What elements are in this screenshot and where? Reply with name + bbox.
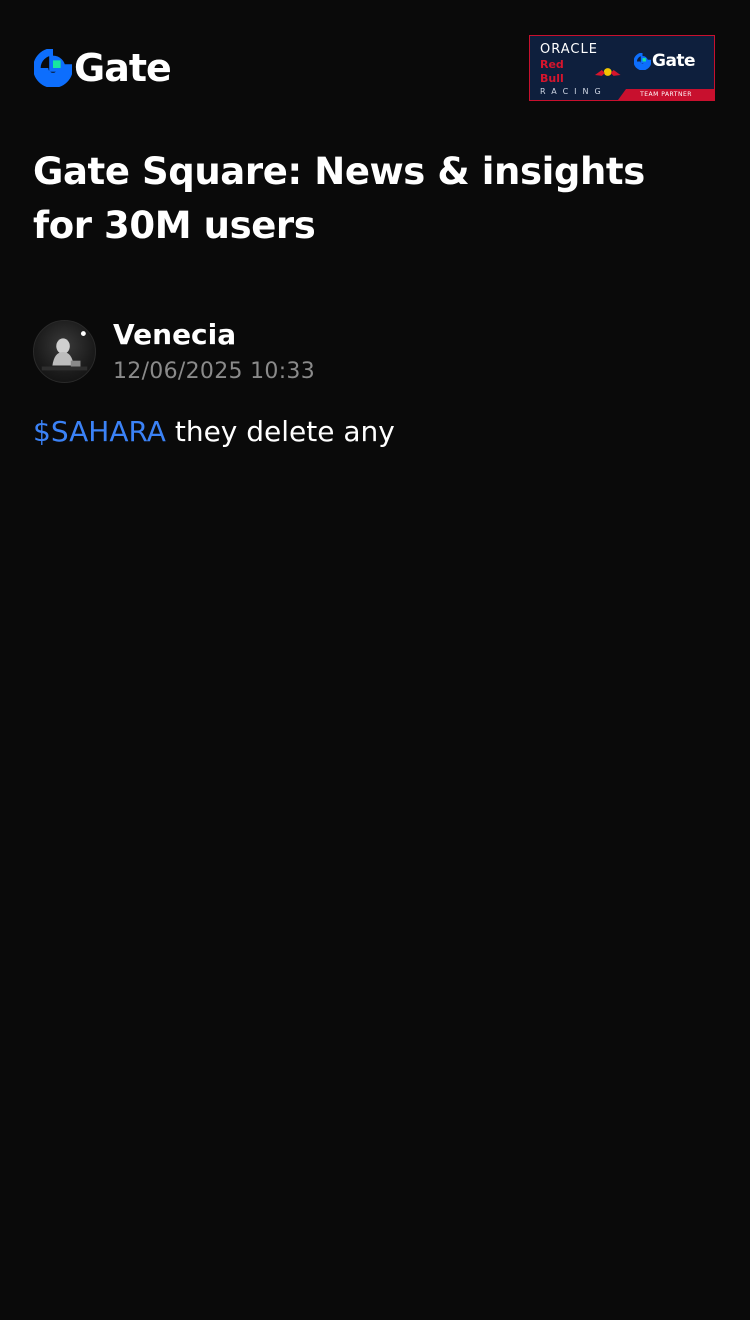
gate-logo-icon — [634, 52, 651, 70]
post-text: they delete any — [165, 415, 395, 448]
post-author-row: Venecia 12/06/2025 10:33 — [33, 320, 713, 386]
avatar[interactable] — [33, 320, 96, 383]
redbull-label: Red Bull — [540, 58, 564, 85]
ticker-link[interactable]: $SAHARA — [33, 415, 166, 448]
partner-gate-logo: Gate — [634, 51, 696, 71]
post-timestamp: 12/06/2025 10:33 — [113, 359, 315, 384]
header: Gate ORACLE Red Bull RACING Gate TEAM PA… — [0, 0, 750, 130]
page-title: Gate Square: News & insights for 30M use… — [33, 150, 645, 247]
author-name[interactable]: Venecia — [113, 320, 236, 350]
hooded-figure-icon — [41, 331, 88, 371]
racing-label: RACING — [540, 87, 607, 96]
gate-logo-wordmark: Gate — [74, 46, 172, 90]
gate-logo-icon — [34, 49, 72, 87]
post-content: $SAHARA they delete any — [33, 412, 713, 452]
team-partner-tag: TEAM PARTNER — [618, 89, 714, 100]
red-bull-icon — [594, 68, 621, 76]
team-partner-banner[interactable]: ORACLE Red Bull RACING Gate TEAM PARTNER — [529, 35, 715, 101]
gate-logo[interactable]: Gate — [34, 46, 172, 90]
oracle-label: ORACLE — [540, 42, 598, 57]
racing-team-logo: ORACLE Red Bull RACING — [540, 43, 622, 98]
partner-gate-wordmark: Gate — [652, 51, 696, 71]
